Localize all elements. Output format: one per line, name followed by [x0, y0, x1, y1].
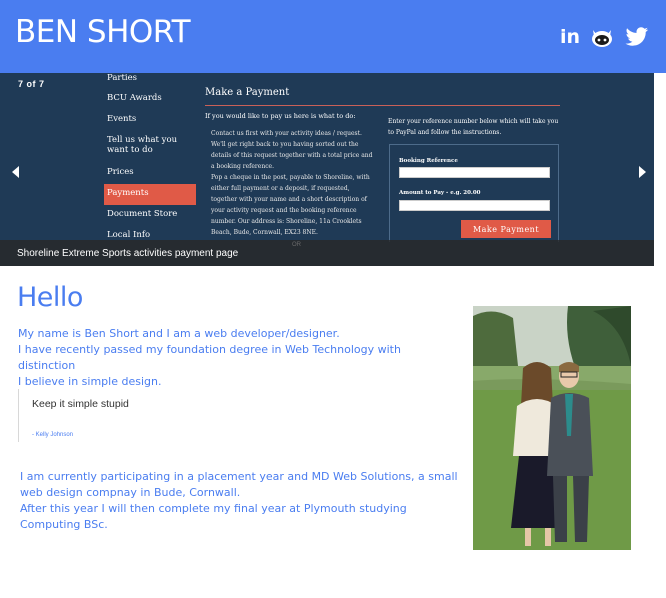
screenshot-nav-item-active: Payments — [104, 184, 196, 205]
profile-photo — [473, 306, 631, 550]
screenshot-ghost-text: OR — [292, 242, 301, 248]
project-carousel: Parties BCU Awards Events Tell us what y… — [0, 73, 654, 266]
screenshot-sidebar-nav: Parties BCU Awards Events Tell us what y… — [104, 73, 196, 247]
slide-counter: 7 of 7 — [18, 79, 45, 89]
screenshot-nav-item: BCU Awards — [107, 93, 162, 103]
screenshot-step: We'll get right back to you having sorte… — [211, 141, 373, 170]
intro-line: I have recently passed my foundation deg… — [18, 343, 401, 372]
screenshot-payment-form: Booking Reference Amount to Pay - e.g. 2… — [389, 144, 559, 242]
screenshot-amount-label: Amount to Pay - e.g. 20.00 — [399, 190, 481, 196]
screenshot-step: Pop a cheque in the post, payable to Sho… — [211, 174, 370, 236]
screenshot-nav-item: Document Store — [107, 209, 178, 219]
chevron-right-icon — [639, 166, 646, 178]
chevron-left-icon — [12, 166, 19, 178]
screenshot-nav-item: Tell us what you want to do — [107, 135, 178, 155]
md-web-solutions-link[interactable]: MD Web Solutions — [312, 470, 411, 483]
screenshot-make-payment-button: Make Payment — [461, 220, 551, 238]
carousel-caption: Shoreline Extreme Sports activities paym… — [17, 248, 239, 259]
screenshot-right-text: Enter your reference number below which … — [388, 118, 559, 136]
quote-author: - Kelly Johnson — [32, 432, 74, 438]
linkedin-icon[interactable]: in — [559, 26, 581, 48]
screenshot-step: Contact us first with your activity idea… — [211, 130, 362, 137]
screenshot-booking-label: Booking Reference — [399, 158, 458, 164]
placement-paragraph: I am currently participating in a placem… — [20, 469, 465, 533]
placement-prefix: I am currently participating in a placem… — [20, 470, 312, 483]
screenshot-title-divider — [205, 105, 560, 106]
intro-line: I believe in simple design. — [18, 375, 162, 388]
github-icon[interactable] — [590, 26, 614, 48]
intro-paragraph: My name is Ben Short and I am a web deve… — [18, 326, 458, 390]
screenshot-page-title: Make a Payment — [205, 87, 290, 98]
site-header: BEN SHORT in — [0, 0, 666, 73]
screenshot-nav-item: Parties — [107, 73, 137, 83]
screenshot-booking-input — [399, 167, 550, 178]
screenshot-intro-text: If you would like to pay us here is what… — [205, 112, 356, 120]
carousel-caption-bar: OR Shoreline Extreme Sports activities p… — [0, 240, 654, 266]
page-heading: Hello — [17, 282, 83, 313]
final-year-line: After this year I will then complete my … — [20, 502, 407, 531]
intro-line: My name is Ben Short and I am a web deve… — [18, 327, 340, 340]
twitter-icon[interactable] — [625, 26, 649, 48]
screenshot-amount-input — [399, 200, 550, 211]
quote-text: Keep it simple stupid — [32, 398, 129, 410]
blockquote: Keep it simple stupid - Kelly Johnson — [18, 389, 198, 442]
placement-line: I am currently participating in a placem… — [20, 469, 465, 501]
carousel-next-button[interactable] — [638, 165, 646, 181]
screenshot-steps-list: Contact us first with your activity idea… — [211, 128, 376, 238]
screenshot-nav-item: Prices — [107, 167, 134, 177]
carousel-gutter — [654, 73, 666, 266]
carousel-prev-button[interactable] — [12, 165, 20, 181]
screenshot-nav-item: Events — [107, 114, 137, 124]
site-title[interactable]: BEN SHORT — [15, 14, 191, 50]
